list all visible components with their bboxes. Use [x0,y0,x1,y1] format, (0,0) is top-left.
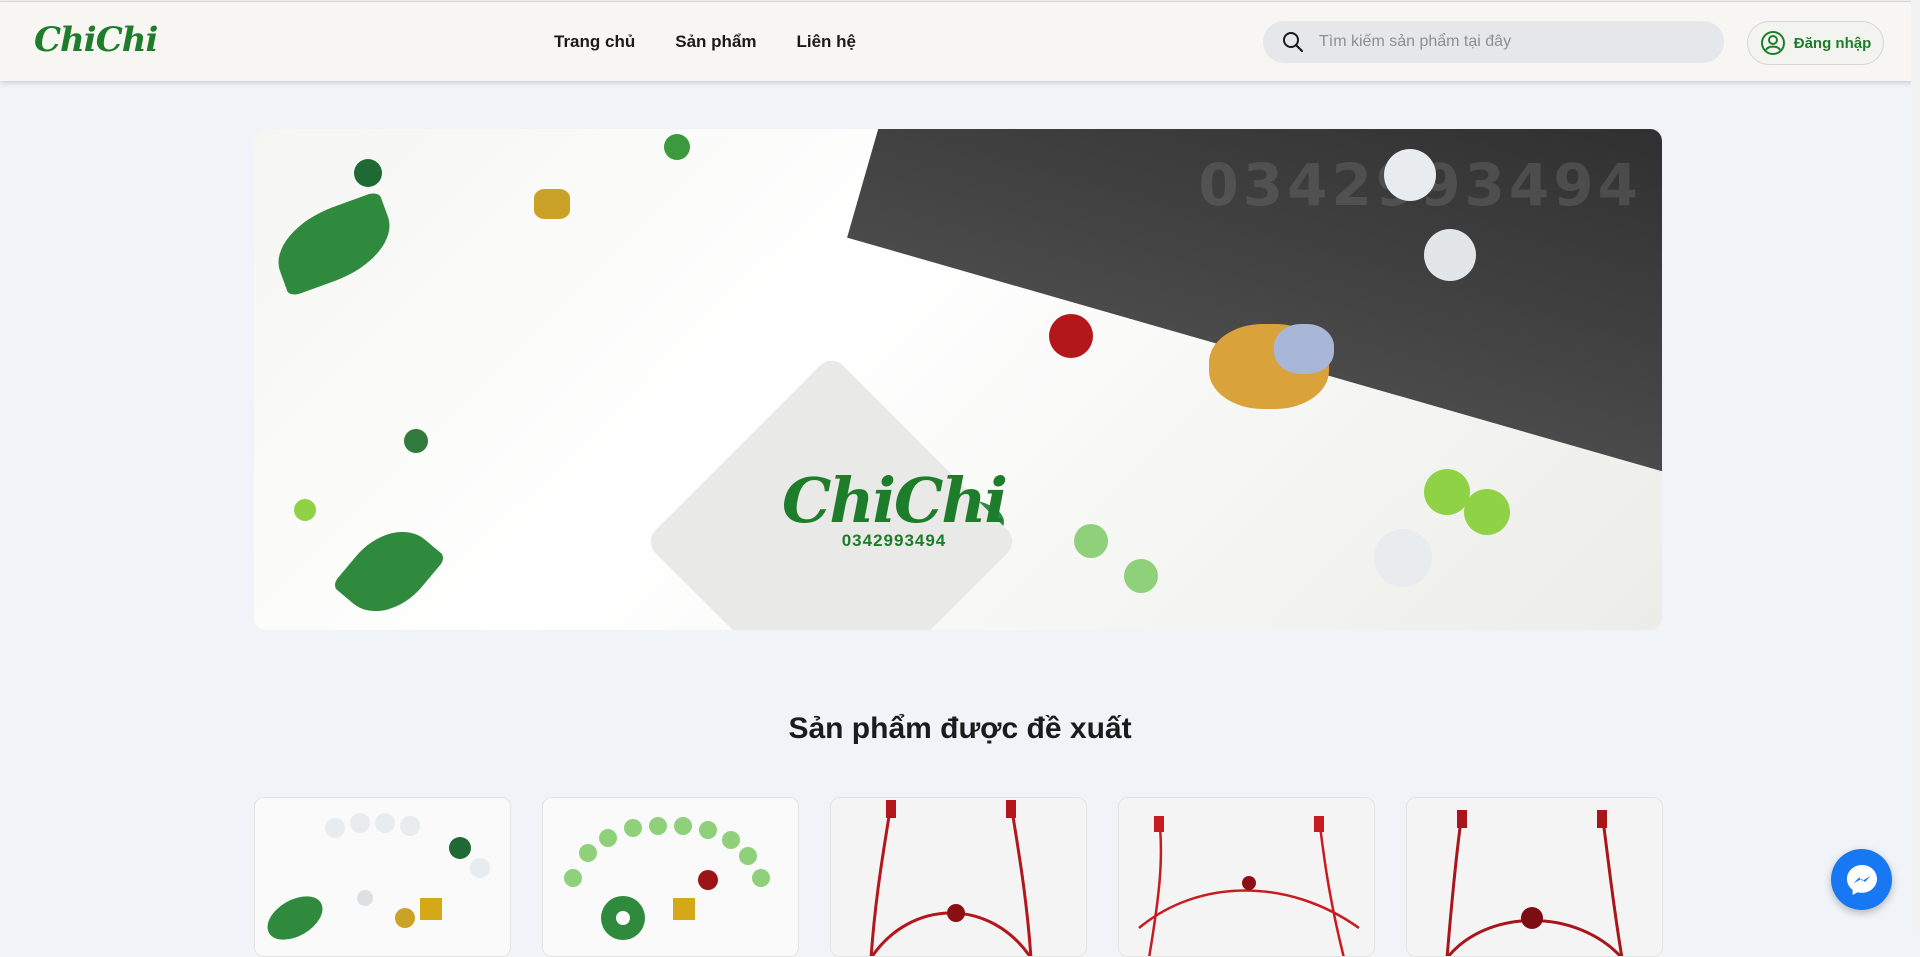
product-card[interactable] [254,797,511,957]
search-icon[interactable] [1281,30,1305,54]
nav-contact[interactable]: Liên hệ [796,32,856,52]
search-bar [1263,21,1724,63]
product-image [255,798,510,956]
product-card[interactable] [830,797,1087,957]
product-card[interactable] [1118,797,1375,957]
login-button[interactable]: Đăng nhập [1747,21,1884,65]
hero-banner[interactable]: 0342993494 ChiChi 0342993494 [254,129,1662,630]
bead-decoration [354,159,382,187]
product-card[interactable] [1406,797,1663,957]
banner-logo-text: ChiChi [782,464,1008,537]
bead-decoration [1424,229,1476,281]
recommended-title: Sản phẩm được đề xuất [788,712,1132,745]
product-card[interactable] [542,797,799,957]
product-grid [254,797,1663,957]
login-label: Đăng nhập [1793,34,1872,52]
bead-decoration [294,499,316,521]
bead-decoration [534,189,570,219]
messenger-icon [1846,864,1877,895]
bead-decoration [1049,314,1093,358]
banner-logo-text-group: ChiChi 0342993494 [744,464,1044,551]
user-circle-icon [1760,31,1785,55]
product-image [1119,798,1374,956]
bead-decoration [1464,489,1510,535]
bead-decoration [1124,559,1158,593]
bead-decoration [1274,324,1334,374]
bead-decoration [404,429,428,453]
nav-home[interactable]: Trang chủ [554,32,635,52]
site-header: ChiChi Trang chủ Sản phẩm Liên hệ Đăng n… [0,1,1920,81]
messenger-chat-button[interactable] [1831,849,1892,910]
search-input[interactable] [1319,33,1699,51]
bead-decoration [265,190,403,298]
product-image [1407,798,1662,956]
bead-decoration [1374,529,1432,587]
page-scrollbar[interactable] [1911,0,1920,930]
nav-products[interactable]: Sản phẩm [675,32,756,52]
product-image [543,798,798,956]
bead-decoration [664,134,690,160]
bead-decoration [1424,469,1470,515]
bead-decoration [331,512,447,630]
site-logo[interactable]: ChiChi [34,20,158,60]
bead-decoration [1384,149,1436,201]
product-image [831,798,1086,956]
main-nav: Trang chủ Sản phẩm Liên hệ [554,32,856,52]
logo-text: ChiChi [34,20,158,60]
bead-decoration [1074,524,1108,558]
